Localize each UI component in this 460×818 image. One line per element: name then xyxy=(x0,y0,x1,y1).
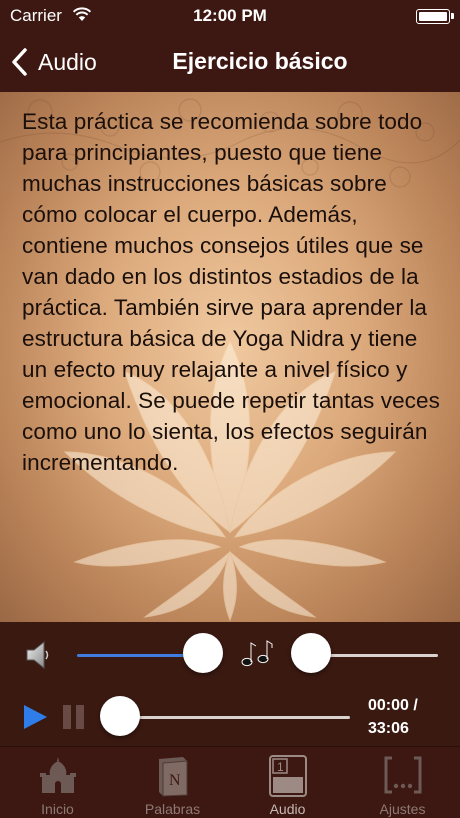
music-mix-slider-thumb[interactable] xyxy=(291,633,331,673)
tab-label: Inicio xyxy=(41,801,74,817)
settings-brackets-icon xyxy=(384,756,421,794)
tab-audio[interactable]: 1 Audio xyxy=(230,747,345,818)
pause-button[interactable] xyxy=(62,704,86,730)
back-button-label: Audio xyxy=(38,48,97,75)
tab-label: Palabras xyxy=(144,801,201,817)
tab-inicio[interactable]: Inicio xyxy=(0,747,115,818)
tab-label: Ajustes xyxy=(379,801,426,817)
chevron-left-icon xyxy=(12,48,27,76)
volume-slider-thumb[interactable] xyxy=(183,633,223,673)
battery-icon xyxy=(416,9,454,24)
back-button[interactable]: Audio xyxy=(10,44,97,80)
status-time: 12:00 PM xyxy=(193,6,267,25)
svg-text:N: N xyxy=(169,772,181,789)
audio-player: 00:00 / 33:06 xyxy=(0,622,460,746)
speaker-icon xyxy=(26,640,49,670)
status-bar: Carrier 12:00 PM xyxy=(0,0,460,32)
total-duration: 33:06 xyxy=(368,720,409,737)
tab-label: Audio xyxy=(269,801,306,817)
current-time: 00:00 / xyxy=(368,697,418,714)
audio-list-icon: 1 xyxy=(268,755,307,797)
svg-text:1: 1 xyxy=(277,760,284,774)
tab-bar: Inicio N Palabras 1 Audio Ajustes xyxy=(0,746,460,818)
playback-progress-track[interactable] xyxy=(118,716,350,719)
content-area: Esta práctica se recomienda sobre todo p… xyxy=(0,92,460,622)
page-title: Ejercicio básico xyxy=(172,48,348,74)
exercise-description: Esta práctica se recomienda sobre todo p… xyxy=(22,109,440,475)
playback-progress-thumb[interactable] xyxy=(100,696,140,736)
play-button[interactable] xyxy=(22,704,48,730)
temple-icon xyxy=(39,757,76,793)
navigation-bar: Audio Ejercicio básico xyxy=(0,32,460,92)
tab-ajustes[interactable]: Ajustes xyxy=(345,747,460,818)
tab-palabras[interactable]: N Palabras xyxy=(115,747,230,818)
book-icon: N xyxy=(158,757,187,797)
music-notes-icon xyxy=(241,640,273,667)
